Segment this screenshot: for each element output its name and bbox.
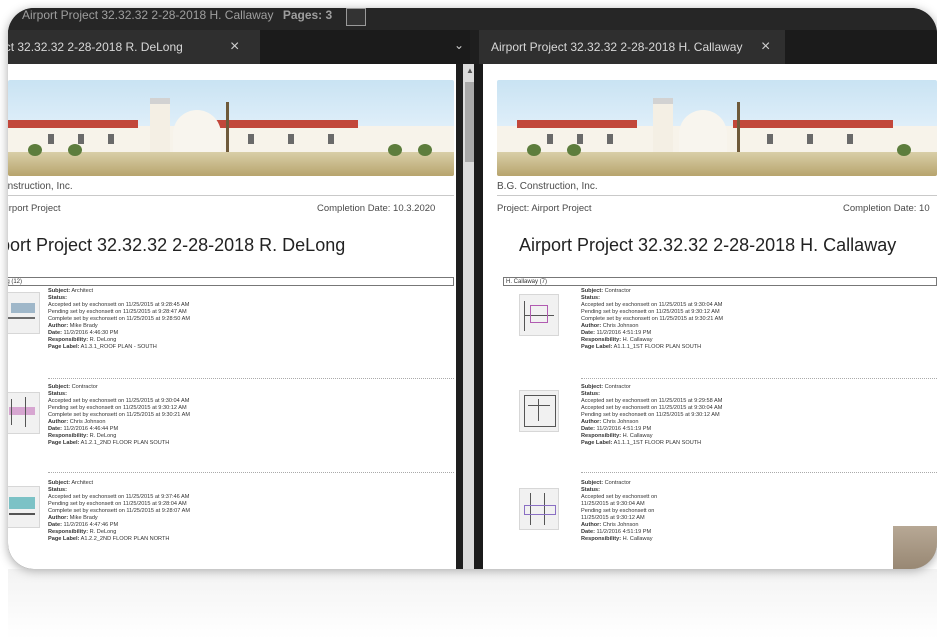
markup-thumbnail <box>519 488 559 530</box>
completion-date: Completion Date: 10 <box>843 203 930 214</box>
markup-thumbnail <box>8 486 40 528</box>
attached-photo <box>893 526 937 569</box>
right-tab-bar: Airport Project 32.32.32 2-28-2018 H. Ca… <box>479 30 937 64</box>
close-icon[interactable]: × <box>230 30 239 64</box>
completion-date: Completion Date: 10.3.2020 <box>317 203 436 214</box>
left-document-pane[interactable]: B.G. Construction, Inc. Project: Airport… <box>8 64 456 569</box>
company-name: B.G. Construction, Inc. <box>497 181 598 192</box>
project-banner-image <box>8 80 454 176</box>
close-icon[interactable]: × <box>761 30 770 64</box>
document-title: Airport Project 32.32.32 2-28-2018 H. Ca… <box>519 235 897 255</box>
tab-right-document[interactable]: Airport Project 32.32.32 2-28-2018 H. Ca… <box>479 30 785 64</box>
markup-thumbnail <box>519 294 559 336</box>
project-label: Project: Airport Project <box>8 203 61 214</box>
markup-details: Subject: Architect Status: Accepted set … <box>48 288 191 350</box>
window-title: Airport Project 32.32.32 2-28-2018 H. Ca… <box>22 8 274 22</box>
right-document-pane[interactable]: B.G. Construction, Inc. Project: Airport… <box>483 64 937 569</box>
markup-thumbnail <box>519 390 559 432</box>
page-count: Pages: 3 <box>282 8 333 22</box>
pdf-viewer-window: Airport Project 32.32.32 2-28-2018 H. Ca… <box>8 8 937 569</box>
company-name: B.G. Construction, Inc. <box>8 181 73 192</box>
project-label: Project: Airport Project <box>497 203 592 214</box>
section-header: H. Callaway (7) <box>503 277 937 286</box>
markup-thumbnail <box>8 292 40 334</box>
markup-thumbnail <box>8 392 40 434</box>
view-toggle-button[interactable] <box>346 8 366 26</box>
pane-splitter[interactable] <box>474 64 483 569</box>
reflection-overlay <box>8 569 937 639</box>
tab-left-document[interactable]: Airport Project 32.32.32 2-28-2018 R. De… <box>8 30 260 64</box>
markup-details: Subject: Contractor Status: Accepted set… <box>581 384 723 446</box>
tab-right-label: Airport Project 32.32.32 2-28-2018 H. Ca… <box>491 40 743 54</box>
markup-details: Subject: Contractor Status: Accepted set… <box>581 480 658 542</box>
tab-left-label: Airport Project 32.32.32 2-28-2018 R. De… <box>8 40 183 54</box>
title-bar: Airport Project 32.32.32 2-28-2018 H. Ca… <box>8 8 937 30</box>
left-tab-bar: Airport Project 32.32.32 2-28-2018 R. De… <box>8 30 470 64</box>
markup-details: Subject: Contractor Status: Accepted set… <box>581 288 724 350</box>
section-header: R. DeLong (12) <box>8 277 454 286</box>
markup-details: Subject: Contractor Status: Accepted set… <box>48 384 191 446</box>
chevron-down-icon[interactable]: ⌄ <box>454 38 464 52</box>
scroll-up-icon[interactable]: ▲ <box>466 66 474 75</box>
project-banner-image <box>497 80 937 176</box>
document-title: Airport Project 32.32.32 2-28-2018 R. De… <box>8 235 346 255</box>
markup-details: Subject: Architect Status: Accepted set … <box>48 480 191 542</box>
